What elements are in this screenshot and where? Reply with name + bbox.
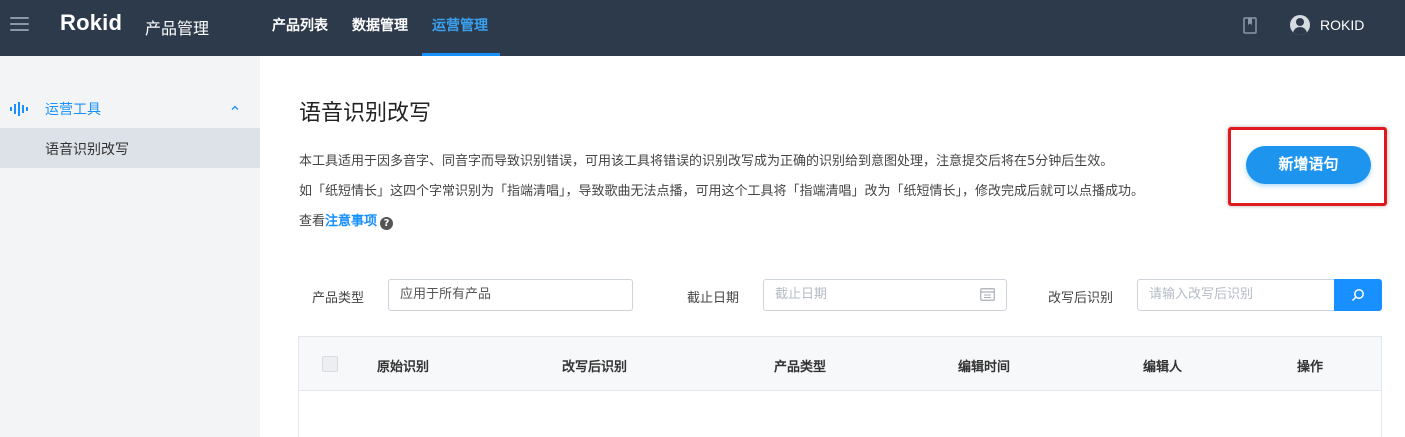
notice-link[interactable]: 注意事项 xyxy=(325,214,377,229)
sidebar-group-label: 运营工具 xyxy=(45,102,101,118)
top-navbar: Rokid 产品管理 产品列表 数据管理 运营管理 ROKID xyxy=(0,0,1405,56)
column-header-actions[interactable]: 操作 xyxy=(1297,356,1323,375)
product-title: 产品管理 xyxy=(145,19,210,38)
search-button[interactable] xyxy=(1334,279,1382,311)
username[interactable]: ROKID xyxy=(1320,17,1364,33)
column-header-editor[interactable]: 编辑人 xyxy=(1143,356,1182,375)
nav-active-indicator xyxy=(422,53,500,56)
rewrite-table: 原始识别 改写后识别 产品类型 编辑时间 编辑人 操作 xyxy=(298,336,1382,437)
description-line-1: 本工具适用于因多音字、同音字而导致识别错误，可用该工具将错误的识别改写成为正确的… xyxy=(299,154,1114,169)
add-sentence-button[interactable]: 新增语句 xyxy=(1246,146,1371,184)
column-header-product-type[interactable]: 产品类型 xyxy=(774,356,826,375)
document-icon[interactable] xyxy=(1243,17,1257,34)
sidebar-item-speech-rewrite[interactable]: 语音识别改写 xyxy=(0,128,260,168)
column-header-edit-time[interactable]: 编辑时间 xyxy=(958,356,1010,375)
column-header-original[interactable]: 原始识别 xyxy=(377,356,429,375)
rewritten-label: 改写后识别 xyxy=(1048,291,1114,306)
nav-product-list[interactable]: 产品列表 xyxy=(272,15,328,35)
help-icon[interactable]: ? xyxy=(380,217,394,230)
page-title: 语音识别改写 xyxy=(299,101,432,126)
user-avatar-icon[interactable] xyxy=(1290,15,1310,35)
deadline-date-input[interactable]: 截止日期 xyxy=(763,279,1007,311)
sound-wave-icon xyxy=(10,102,28,116)
sidebar-group-operations-tools[interactable]: 运营工具 xyxy=(0,91,260,127)
nav-data-management[interactable]: 数据管理 xyxy=(352,15,408,35)
menu-icon[interactable] xyxy=(10,17,29,32)
table-header: 原始识别 改写后识别 产品类型 编辑时间 编辑人 操作 xyxy=(299,337,1381,391)
nav-operations-management[interactable]: 运营管理 xyxy=(432,15,488,35)
product-type-select[interactable]: 应用于所有产品 xyxy=(388,279,633,311)
column-header-rewritten[interactable]: 改写后识别 xyxy=(562,356,627,375)
product-type-label: 产品类型 xyxy=(312,291,365,306)
description-line-2: 如「纸短情长」这四个字常识别为「指端清唱」，导致歌曲无法点播，可用这个工具将「指… xyxy=(299,184,1145,199)
notice-prefix: 查看 xyxy=(299,214,326,229)
chevron-up-icon[interactable] xyxy=(231,104,239,112)
search-icon xyxy=(1351,289,1364,302)
sidebar-item-label: 语音识别改写 xyxy=(45,142,129,158)
rewritten-search-input[interactable]: 请输入改写后识别 xyxy=(1137,279,1335,311)
notice-line: 查看注意事项? xyxy=(299,210,394,230)
deadline-label: 截止日期 xyxy=(687,291,740,306)
rokid-logo[interactable]: Rokid xyxy=(60,10,122,36)
select-all-checkbox[interactable] xyxy=(322,356,338,372)
calendar-icon[interactable] xyxy=(980,288,995,301)
sidebar: 运营工具 语音识别改写 xyxy=(0,56,260,437)
